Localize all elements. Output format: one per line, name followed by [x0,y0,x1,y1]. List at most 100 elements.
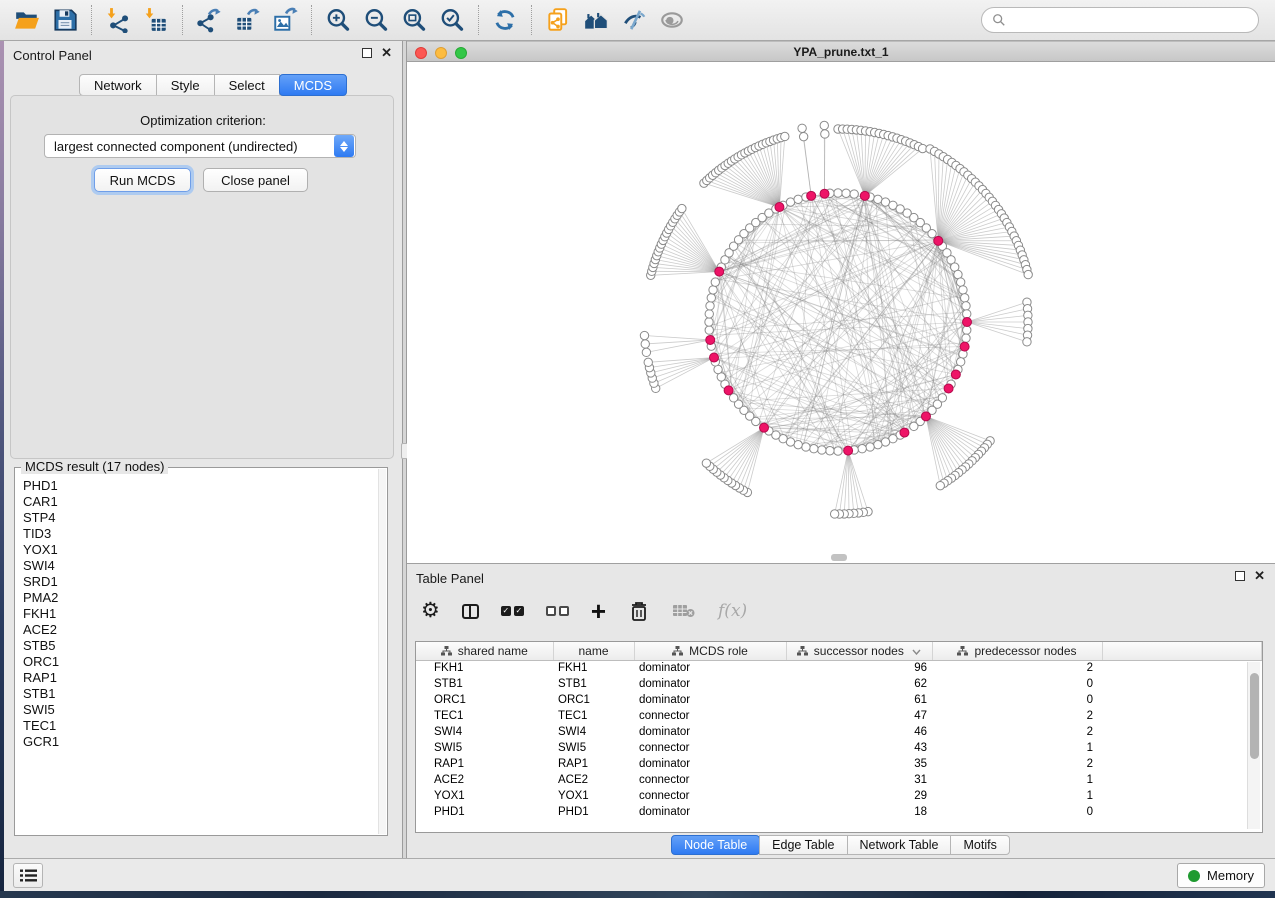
close-panel-button[interactable]: Close panel [203,168,308,192]
col-shared-name[interactable]: shared name [416,642,553,660]
table-row[interactable]: RAP1RAP1dominator352 [416,756,1262,772]
mcds-result-item[interactable]: ORC1 [19,654,375,670]
table-vscroll-thumb[interactable] [1250,673,1259,759]
delete-table-icon [672,602,696,620]
zoom-fit-icon[interactable] [395,4,433,36]
toolbar-separator [478,5,479,35]
table-row[interactable]: ORC1ORC1dominator610 [416,692,1262,708]
zoom-in-icon[interactable] [319,4,357,36]
add-column-icon[interactable]: + [591,601,606,621]
table-settings-icon[interactable]: ⚙ [421,601,440,621]
network-canvas[interactable] [407,62,1275,563]
memory-button[interactable]: Memory [1177,863,1265,888]
table-row[interactable]: SWI5SWI5connector431 [416,740,1262,756]
mcds-result-item[interactable]: PMA2 [19,590,375,606]
show-hide-graphics-icon[interactable] [615,4,653,36]
network-window-title: YPA_prune.txt_1 [407,45,1275,59]
status-bar: Memory [4,858,1275,891]
table-row[interactable]: PHD1PHD1dominator180 [416,804,1262,820]
node-table-body: FKH1FKH1dominator962STB1STB1dominator620… [416,660,1262,820]
table-panel-title: Table Panel [416,571,484,586]
float-table-panel-icon[interactable] [1235,571,1245,581]
function-builder-icon: f(x) [718,601,747,621]
mcds-result-item[interactable]: SWI5 [19,702,375,718]
search-box[interactable] [981,7,1259,33]
export-network-icon[interactable] [190,4,228,36]
mcds-result-list: PHD1CAR1STP4TID3YOX1SWI4SRD1PMA2FKH1ACE2… [19,478,375,831]
table-tabs: Node Table Edge Table Network Table Moti… [407,835,1275,855]
col-filler [1102,642,1262,660]
table-vscrollbar[interactable] [1247,662,1260,829]
sort-descending-icon [912,649,921,655]
col-mcds-role[interactable]: MCDS role [634,642,786,660]
float-panel-icon[interactable] [362,48,372,58]
network-titlebar[interactable]: YPA_prune.txt_1 [407,41,1275,62]
network-hscroll-thumb[interactable] [831,554,847,561]
mcds-result-item[interactable]: ACE2 [19,622,375,638]
clipboard-network-icon[interactable] [539,4,577,36]
tab-network[interactable]: Network [79,74,157,96]
node-table: shared name name MCDS role successor nod… [415,641,1263,833]
tab-select[interactable]: Select [214,74,280,96]
select-all-icon[interactable]: ✓✓ [501,606,524,616]
toolbar-separator [311,5,312,35]
search-input[interactable] [1012,13,1248,28]
table-row[interactable]: TEC1TEC1connector472 [416,708,1262,724]
criterion-dropdown[interactable]: largest connected component (undirected) [44,134,356,158]
refresh-icon[interactable] [486,4,524,36]
mcds-result-scrollbar[interactable] [378,469,386,834]
open-session-icon[interactable] [8,4,46,36]
table-row[interactable]: YOX1YOX1connector291 [416,788,1262,804]
mcds-result-item[interactable]: TID3 [19,526,375,542]
list-icon [20,869,37,882]
mcds-result-item[interactable]: YOX1 [19,542,375,558]
import-network-icon[interactable] [99,4,137,36]
tab-network-table[interactable]: Network Table [847,835,952,855]
mcds-result-item[interactable]: TEC1 [19,718,375,734]
close-table-panel-icon[interactable]: ✕ [1254,571,1265,581]
tab-style[interactable]: Style [156,74,215,96]
memory-label: Memory [1207,868,1254,883]
import-table-icon[interactable] [137,4,175,36]
zoom-selected-icon[interactable] [433,4,471,36]
mcds-result-group: MCDS result (17 nodes) PHD1CAR1STP4TID3Y… [14,467,388,836]
table-toolbar: ⚙ ✓✓ + f(x) [421,592,747,630]
deselect-all-icon[interactable] [546,606,569,616]
show-columns-icon[interactable] [462,604,479,619]
table-row[interactable]: SWI4SWI4dominator462 [416,724,1262,740]
save-session-icon[interactable] [46,4,84,36]
task-history-button[interactable] [13,863,43,888]
tab-node-table[interactable]: Node Table [671,835,760,855]
mcds-result-title: MCDS result (17 nodes) [21,459,168,474]
mcds-result-item[interactable]: STP4 [19,510,375,526]
mcds-result-item[interactable]: SRD1 [19,574,375,590]
mcds-result-item[interactable]: PHD1 [19,478,375,494]
mcds-result-item[interactable]: SWI4 [19,558,375,574]
tab-mcds[interactable]: MCDS [279,74,347,96]
preview-eye-icon[interactable] [653,4,691,36]
optimization-criterion-label: Optimization criterion: [4,113,402,128]
col-predecessor-nodes[interactable]: predecessor nodes [932,642,1102,660]
mcds-result-item[interactable]: STB1 [19,686,375,702]
zoom-out-icon[interactable] [357,4,395,36]
mcds-result-item[interactable]: STB5 [19,638,375,654]
mcds-result-item[interactable]: GCR1 [19,734,375,750]
table-row[interactable]: ACE2ACE2connector311 [416,772,1262,788]
mcds-result-item[interactable]: RAP1 [19,670,375,686]
network-view-window: YPA_prune.txt_1 [407,41,1275,563]
run-mcds-button[interactable]: Run MCDS [94,168,191,192]
tab-motifs[interactable]: Motifs [950,835,1009,855]
col-successor-nodes[interactable]: successor nodes [786,642,932,660]
delete-column-icon[interactable] [628,599,650,623]
export-table-icon[interactable] [228,4,266,36]
tab-edge-table[interactable]: Edge Table [759,835,847,855]
table-row[interactable]: FKH1FKH1dominator962 [416,660,1262,676]
close-panel-icon[interactable]: ✕ [381,48,392,58]
mcds-result-item[interactable]: FKH1 [19,606,375,622]
col-name[interactable]: name [553,642,634,660]
table-row[interactable]: STB1STB1dominator620 [416,676,1262,692]
home-views-icon[interactable] [577,4,615,36]
table-panel: Table Panel ✕ ⚙ ✓✓ + f(x) shared name na… [407,563,1275,858]
mcds-result-item[interactable]: CAR1 [19,494,375,510]
export-image-icon[interactable] [266,4,304,36]
